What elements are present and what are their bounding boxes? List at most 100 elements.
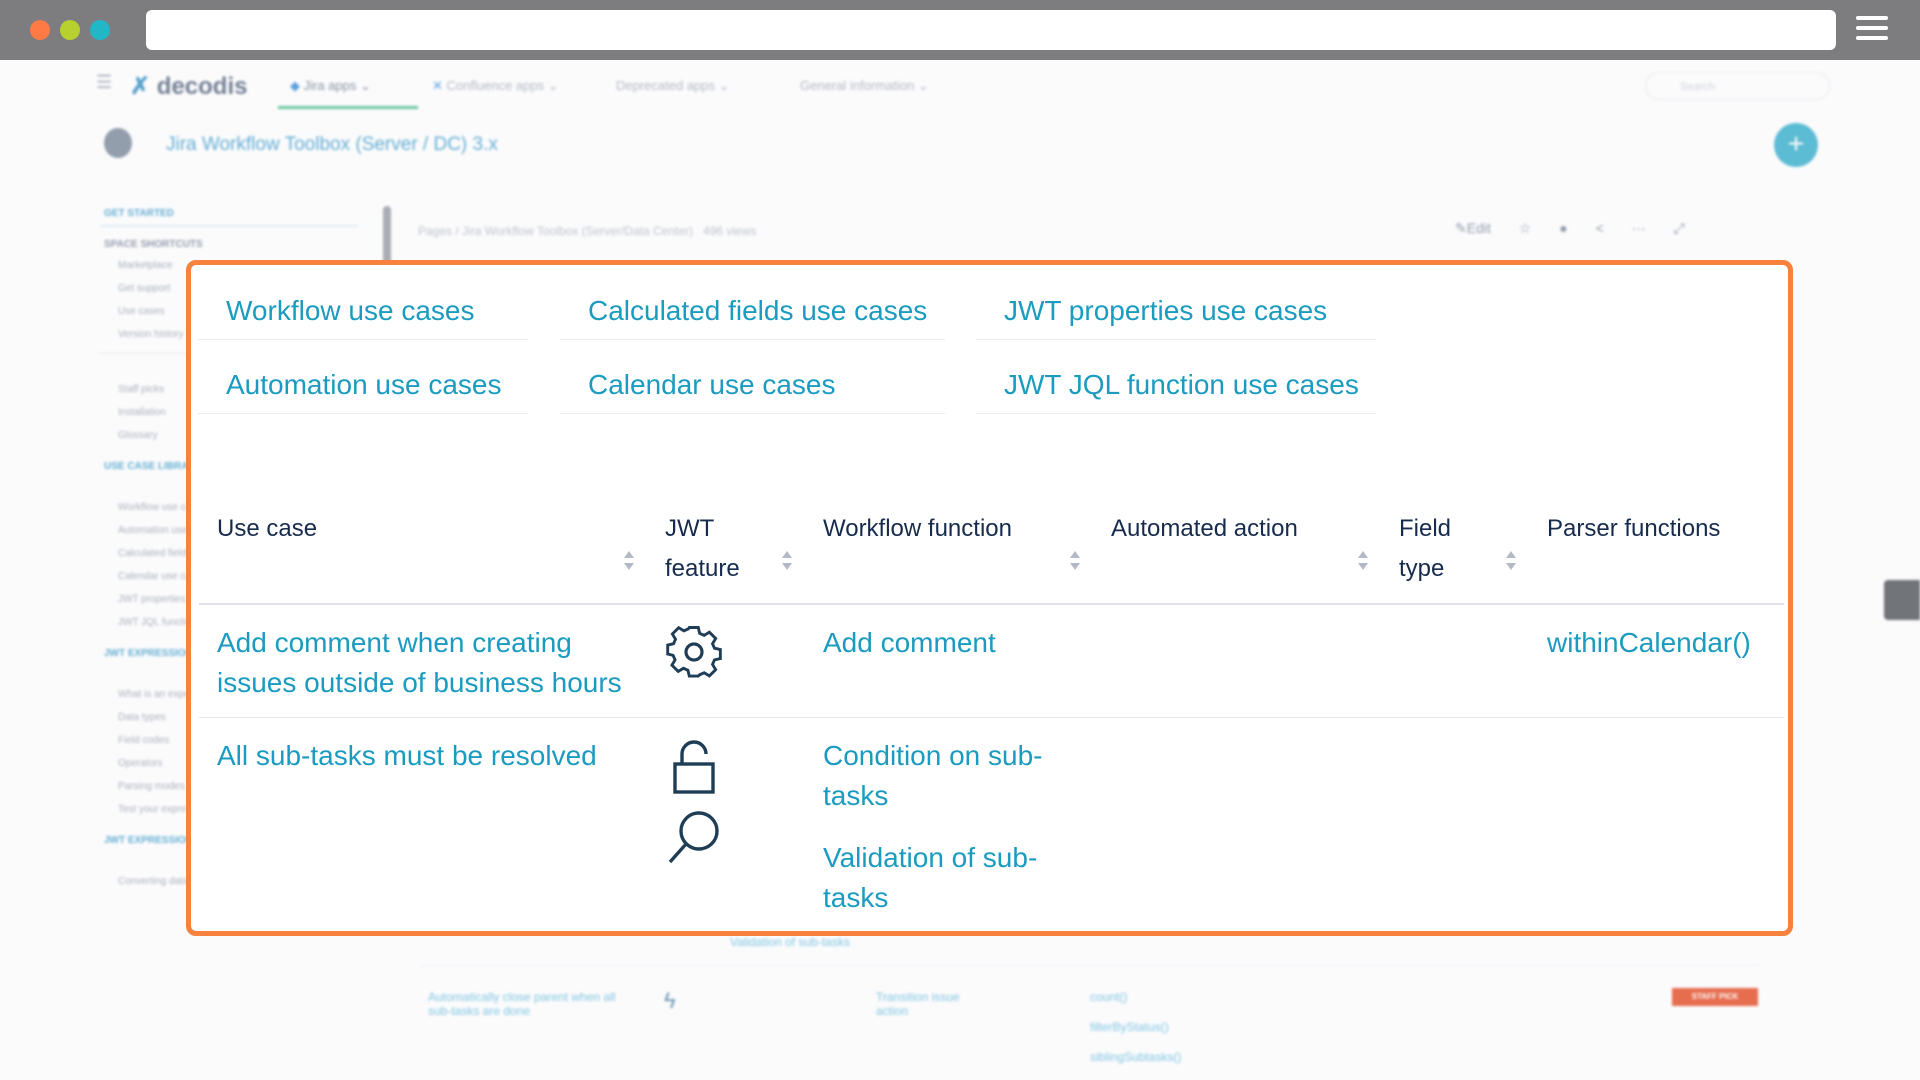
more-icon[interactable]: ··· <box>1632 220 1646 236</box>
page-actions: ✎Edit ☆ ● < ··· ⤢ <box>1455 220 1685 237</box>
below-parser-2[interactable]: filterByStatus() <box>1090 1020 1169 1034</box>
cell-field-type <box>1381 604 1529 718</box>
nav-deprecated-apps-label: Deprecated apps <box>616 78 716 93</box>
link-workflow-use-cases[interactable]: Workflow use cases <box>226 295 474 327</box>
col-header-label: Workflow function <box>823 515 1012 542</box>
nav-confluence-apps[interactable]: ✕ Confluence apps ⌄ <box>432 78 559 94</box>
cell-field-type <box>1381 718 1529 932</box>
share-icon[interactable]: < <box>1596 220 1604 236</box>
link-cell: Automation use cases <box>198 339 528 414</box>
row-divider <box>420 965 1760 966</box>
link-cell: Workflow use cases <box>198 265 528 340</box>
maximize-window-dot[interactable] <box>90 20 110 40</box>
cell-jwt-feature <box>647 604 805 718</box>
col-header-field-type[interactable]: Field type <box>1381 495 1529 605</box>
highlighted-content-panel: Workflow use cases Calculated fields use… <box>186 260 1793 936</box>
address-bar[interactable] <box>146 10 1836 50</box>
cell-parser-functions <box>1529 718 1784 932</box>
link-calendar-use-cases[interactable]: Calendar use cases <box>588 369 835 401</box>
workflow-function-link[interactable]: Condition on sub-tasks <box>823 736 1075 816</box>
cell-use-case[interactable]: All sub-tasks must be resolved <box>199 718 647 932</box>
expand-icon[interactable]: ⤢ <box>1674 220 1685 236</box>
use-case-links: Workflow use cases Calculated fields use… <box>191 265 1788 435</box>
sort-icon[interactable] <box>1357 551 1369 573</box>
col-header-label: Use case <box>217 515 318 542</box>
cell-automated-action <box>1093 604 1381 718</box>
col-header-use-case[interactable]: Use case <box>199 495 647 605</box>
below-parser-3[interactable]: siblingSubtasks() <box>1090 1050 1181 1064</box>
minimize-window-dot[interactable] <box>60 20 80 40</box>
link-cell: Calendar use cases <box>560 339 945 414</box>
link-jwt-jql-function-use-cases[interactable]: JWT JQL function use cases <box>1004 369 1359 401</box>
space-avatar[interactable] <box>104 128 132 158</box>
sort-icon[interactable] <box>623 551 635 573</box>
sort-icon[interactable] <box>1505 551 1517 573</box>
watch-icon[interactable]: ● <box>1559 220 1567 236</box>
use-case-table: Use case JWT feature Workflow function A… <box>199 495 1784 932</box>
active-tab-underline <box>278 106 418 109</box>
workflow-function-link[interactable]: Add comment <box>823 623 1075 663</box>
below-workflow-function[interactable]: Transition issue action <box>876 990 986 1018</box>
hamburger-menu-icon[interactable] <box>1856 16 1888 44</box>
col-header-parser-functions[interactable]: Parser functions <box>1529 495 1784 605</box>
nav-jira-apps-label: Jira apps <box>303 78 357 93</box>
workflow-function-link[interactable]: Validation of sub-tasks <box>823 838 1075 918</box>
cell-jwt-feature <box>647 718 805 932</box>
col-header-workflow-function[interactable]: Workflow function <box>805 495 1093 605</box>
cell-workflow-function: Add comment <box>805 604 1093 718</box>
link-automation-use-cases[interactable]: Automation use cases <box>226 369 502 401</box>
brand-name: decodis <box>156 73 248 100</box>
nav-deprecated-apps[interactable]: Deprecated apps ⌄ <box>616 78 730 94</box>
table-row: Add comment when creating issues outside… <box>199 604 1784 718</box>
cell-parser-functions[interactable]: withinCalendar() <box>1529 604 1784 718</box>
search-placeholder: Search <box>1680 81 1715 93</box>
link-cell: Calculated fields use cases <box>560 265 945 340</box>
col-header-automated-action[interactable]: Automated action <box>1093 495 1381 605</box>
below-parser-1[interactable]: count() <box>1090 990 1127 1004</box>
lock-icon <box>665 738 787 807</box>
link-jwt-properties-use-cases[interactable]: JWT properties use cases <box>1004 295 1327 327</box>
sidebar-get-started[interactable]: GET STARTED <box>104 208 360 219</box>
sidebar-scrollbar[interactable] <box>383 206 391 266</box>
space-title[interactable]: Jira Workflow Toolbox (Server / DC) 3.x <box>166 134 498 156</box>
sidebar-shortcuts-title: SPACE SHORTCUTS <box>104 239 203 250</box>
col-header-label: Field type <box>1399 515 1452 582</box>
cell-workflow-function: Condition on sub-tasks Validation of sub… <box>805 718 1093 932</box>
col-header-label: Automated action <box>1111 515 1298 542</box>
cell-automated-action <box>1093 718 1381 932</box>
link-cell: JWT JQL function use cases <box>976 339 1376 414</box>
page-views: 496 views <box>703 224 757 238</box>
nav-menu-icon[interactable]: ☰ <box>96 72 112 93</box>
staff-pick-badge: STAFF PICK <box>1672 988 1758 1006</box>
partial-row-text[interactable]: Validation of sub-tasks <box>730 935 850 949</box>
col-header-label: Parser functions <box>1547 515 1721 542</box>
col-header-jwt-feature[interactable]: JWT feature <box>647 495 805 605</box>
brand-logo[interactable]: ✗ decodis <box>130 72 247 101</box>
gear-icon <box>665 625 723 687</box>
link-calculated-fields-use-cases[interactable]: Calculated fields use cases <box>588 295 927 327</box>
top-navigation: ☰ ✗ decodis ◆ Jira apps ⌄ ✕ Confluence a… <box>0 60 1920 112</box>
breadcrumb[interactable]: Pages / Jira Workflow Toolbox (Server/Da… <box>418 224 756 238</box>
nav-jira-apps[interactable]: ◆ Jira apps ⌄ <box>290 78 371 94</box>
browser-chrome <box>0 0 1920 60</box>
nav-general-information[interactable]: General information ⌄ <box>800 78 929 94</box>
edit-label: Edit <box>1466 220 1491 236</box>
breadcrumb-path[interactable]: Pages / Jira Workflow Toolbox (Server/Da… <box>418 224 693 238</box>
search-icon <box>665 807 787 878</box>
confluence-page: ☰ ✗ decodis ◆ Jira apps ⌄ ✕ Confluence a… <box>0 60 1920 1080</box>
table-row: All sub-tasks must be resolved Condition… <box>199 718 1784 932</box>
sidebar-divider <box>100 225 358 227</box>
sort-icon[interactable] <box>1069 551 1081 573</box>
bolt-icon: ϟ <box>664 988 676 1013</box>
edit-button[interactable]: ✎Edit <box>1455 220 1491 236</box>
create-button[interactable]: + <box>1774 123 1818 167</box>
nav-confluence-apps-label: Confluence apps <box>446 78 545 93</box>
sort-icon[interactable] <box>781 551 793 573</box>
search-input[interactable]: Search <box>1645 72 1830 100</box>
star-icon[interactable]: ☆ <box>1519 220 1532 236</box>
cell-use-case[interactable]: Add comment when creating issues outside… <box>199 604 647 718</box>
side-tab-handle[interactable] <box>1884 580 1920 620</box>
close-window-dot[interactable] <box>30 20 50 40</box>
below-use-case[interactable]: Automatically close parent when all sub-… <box>428 990 638 1018</box>
nav-general-information-label: General information <box>800 78 915 93</box>
